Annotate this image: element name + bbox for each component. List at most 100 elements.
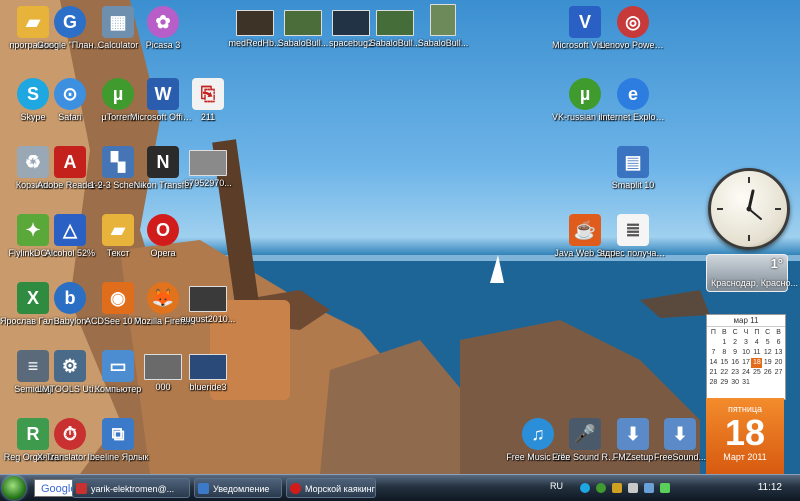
- calendar-day[interactable]: 12: [762, 348, 773, 358]
- desktop-icon-recipient-address[interactable]: ≣ адрес получателя: [600, 210, 666, 276]
- taskbar-item-notification[interactable]: Уведомление: [194, 478, 282, 498]
- photo-thumbnail-icon: [189, 286, 227, 312]
- calendar-day[interactable]: 13: [773, 348, 784, 358]
- sound-recorder-icon: 🎤: [569, 418, 601, 450]
- google-earth-icon: G: [54, 6, 86, 38]
- calendar-weekday: В: [776, 329, 781, 336]
- calendar-day[interactable]: 17: [741, 358, 752, 368]
- adobe-reader-icon: A: [54, 146, 86, 178]
- calendar-day[interactable]: 19: [762, 358, 773, 368]
- desktop-icon-august2010[interactable]: august2010...: [175, 278, 241, 344]
- date-card[interactable]: пятница 18 Март 2011: [706, 398, 784, 474]
- network-icon: ⧉: [102, 418, 134, 450]
- email-icon: [76, 483, 87, 494]
- calendar-month: мар 11: [707, 315, 785, 327]
- photo-thumbnail-icon: [284, 10, 322, 36]
- taskbar-item-label: Уведомление: [213, 484, 270, 494]
- calendar-day[interactable]: 4: [751, 338, 762, 348]
- calendar-day[interactable]: 6: [773, 338, 784, 348]
- calendar-day[interactable]: 28: [708, 378, 719, 388]
- tray-volume-icon[interactable]: [628, 483, 638, 493]
- calendar-day[interactable]: 2: [730, 338, 741, 348]
- taskbar-item-opera[interactable]: Морской каякинг -...: [286, 478, 376, 498]
- tray-power-icon[interactable]: [660, 483, 670, 493]
- internet-explorer-icon: e: [617, 78, 649, 110]
- calendar-weekday: В: [721, 329, 727, 336]
- calendar-day[interactable]: 31: [741, 378, 752, 388]
- calendar-day: [708, 338, 719, 348]
- calendar-day[interactable]: 21: [708, 368, 719, 378]
- calendar-day: [762, 378, 773, 388]
- picasa-icon: ✿: [147, 6, 179, 38]
- weather-temperature: 1°: [770, 256, 783, 271]
- calendar-gadget[interactable]: мар 11 П В С Ч П С В 1 2 3 4 5 6 7 8 9 10 11 12 13 14 15 16 17 1…: [706, 314, 786, 400]
- taskbar-item-label: yarik-elektromen@...: [91, 484, 175, 494]
- calendar-day[interactable]: 16: [730, 358, 741, 368]
- calendar-day[interactable]: 5: [762, 338, 773, 348]
- desktop-icon-67952970[interactable]: 67952970...: [175, 142, 241, 208]
- start-button[interactable]: [2, 476, 26, 500]
- calendar-day[interactable]: 11: [751, 348, 762, 358]
- language-indicator[interactable]: RU: [550, 481, 563, 491]
- babylon-icon: b: [54, 282, 86, 314]
- date-day: 18: [724, 412, 766, 453]
- calendar-day[interactable]: 23: [730, 368, 741, 378]
- photo-thumbnail-icon: [236, 10, 274, 36]
- system-tray: RU 11:12: [550, 475, 800, 501]
- clock-gadget[interactable]: [708, 168, 790, 250]
- opera-icon: O: [147, 214, 179, 246]
- setup-icon: ⬇: [664, 418, 696, 450]
- desktop-icon-blueride3[interactable]: blueride3: [175, 346, 241, 412]
- tray-shield-icon[interactable]: [612, 483, 622, 493]
- calendar-day[interactable]: 8: [719, 348, 730, 358]
- photo-thumbnail-icon: [430, 4, 456, 36]
- desktop-icon-picasa[interactable]: ✿ Picasa 3: [130, 2, 196, 68]
- calendar-weekday: П: [710, 329, 716, 336]
- calendar-day[interactable]: 9: [730, 348, 741, 358]
- calendar-day[interactable]: 27: [773, 368, 784, 378]
- calendar-day[interactable]: 22: [719, 368, 730, 378]
- calendar-day[interactable]: 26: [762, 368, 773, 378]
- calendar-day[interactable]: 10: [741, 348, 752, 358]
- calendar-day: [773, 378, 784, 388]
- calendar-day[interactable]: 1: [719, 338, 730, 348]
- calendar-day[interactable]: 18: [751, 358, 763, 368]
- tray-skype-icon[interactable]: [580, 483, 590, 493]
- taskbar-item-label: Морской каякинг -...: [305, 484, 375, 494]
- window-icon: [198, 483, 209, 494]
- text-document-icon: ≣: [617, 214, 649, 246]
- desktop-icon-powerdvd[interactable]: ◎ Lenovo PowerDVD: [600, 2, 666, 68]
- calendar-day[interactable]: 29: [719, 378, 730, 388]
- clock-face: [717, 177, 781, 241]
- desktop: ▰ программы S Skype ♻ Корзина ✦ FlylinkD…: [0, 0, 800, 474]
- tray-network-icon[interactable]: [644, 483, 654, 493]
- calendar-day[interactable]: 24: [741, 368, 752, 378]
- desktop-icon-freesound-setup[interactable]: ⬇ FreeSound...: [647, 414, 713, 474]
- utorrent-icon: µ: [569, 78, 601, 110]
- java-icon: ☕: [569, 214, 601, 246]
- calendar-day: [751, 378, 762, 388]
- calendar-weekday: С: [765, 329, 771, 336]
- calendar-day[interactable]: 20: [773, 358, 784, 368]
- calendar-day[interactable]: 25: [751, 368, 762, 378]
- calendar-day[interactable]: 3: [741, 338, 752, 348]
- desktop-icon-211-pdf[interactable]: ⎘ 211: [175, 74, 241, 140]
- calendar-day[interactable]: 14: [708, 358, 719, 368]
- tray-utorrent-icon[interactable]: [596, 483, 606, 493]
- date-month-year: Март 2011: [723, 452, 767, 462]
- desktop-icon-opera[interactable]: O Opera: [130, 210, 196, 276]
- taskbar-item-email[interactable]: yarik-elektromen@...: [72, 478, 190, 498]
- desktop-icon-ibeeline[interactable]: ⧉ Ibeeline Ярлык: [85, 414, 151, 474]
- weather-location: Краснодар, Красно...: [711, 278, 799, 288]
- desktop-icon-sabalobull-3[interactable]: SabaloBull...: [410, 2, 476, 68]
- calendar-day[interactable]: 7: [708, 348, 719, 358]
- desktop-icon-smaplit[interactable]: ▤ Smaplit 10: [600, 142, 666, 208]
- weather-gadget[interactable]: 1° Краснодар, Красно...: [706, 254, 798, 292]
- visio-icon: V: [569, 6, 601, 38]
- calendar-day[interactable]: 15: [719, 358, 730, 368]
- safari-icon: ⊙: [54, 78, 86, 110]
- lmtools-icon: ⚙: [54, 350, 86, 382]
- calendar-day[interactable]: 30: [730, 378, 741, 388]
- desktop-icon-internet-explorer[interactable]: e Internet Explorer: [600, 74, 666, 140]
- taskbar-clock[interactable]: 11:12: [758, 482, 782, 493]
